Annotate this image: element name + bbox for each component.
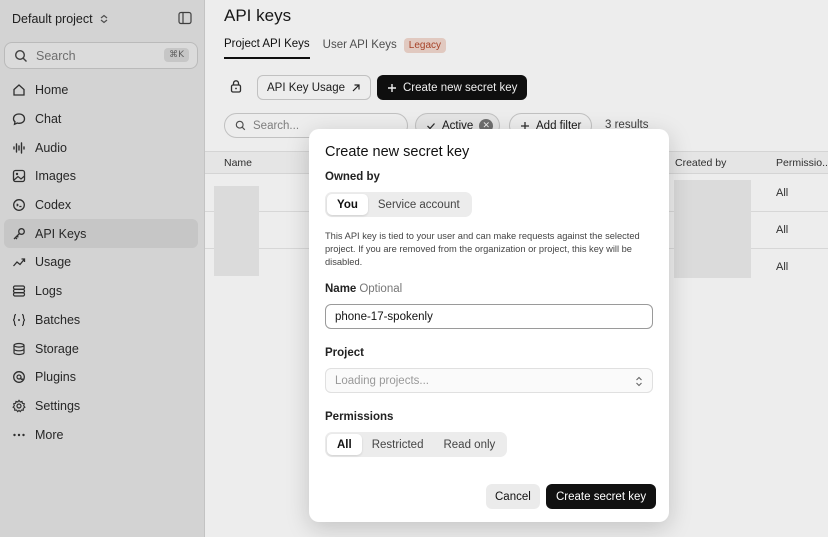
name-optional-text: Optional	[359, 283, 403, 295]
permissions-all-option[interactable]: All	[327, 434, 362, 455]
chevron-updown-icon	[636, 376, 642, 387]
key-name-input[interactable]: phone-17-spokenly	[325, 304, 653, 329]
name-label-text: Name	[325, 283, 357, 295]
permissions-read-only-option[interactable]: Read only	[433, 434, 505, 455]
name-label: Name Optional	[325, 283, 402, 295]
project-select[interactable]: Loading projects...	[325, 368, 653, 393]
cancel-button[interactable]: Cancel	[486, 484, 540, 509]
permissions-toggle: All Restricted Read only	[325, 432, 508, 457]
owned-by-you-option[interactable]: You	[327, 194, 368, 215]
create-secret-key-modal: Create new secret key Owned by You Servi…	[309, 129, 669, 522]
modal-title: Create new secret key	[325, 144, 470, 160]
permissions-restricted-option[interactable]: Restricted	[362, 434, 434, 455]
owned-by-label: Owned by	[325, 171, 380, 183]
owned-by-toggle: You Service account	[325, 192, 472, 217]
create-secret-key-button[interactable]: Create secret key	[546, 484, 657, 509]
project-select-placeholder: Loading projects...	[335, 374, 429, 387]
project-label: Project	[325, 347, 364, 359]
owned-by-service-account-option[interactable]: Service account	[368, 194, 470, 215]
owned-by-description: This API key is tied to your user and ca…	[325, 231, 640, 267]
permissions-label: Permissions	[325, 411, 394, 423]
